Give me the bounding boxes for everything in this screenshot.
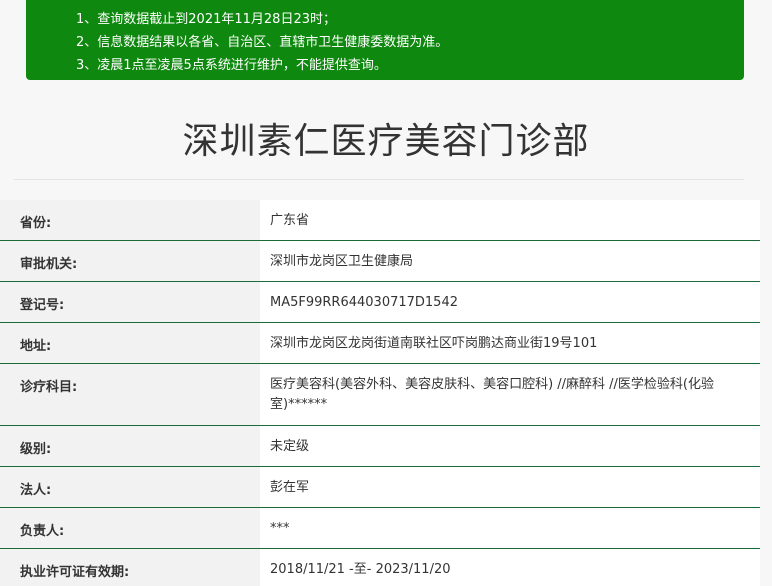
table-row-departments: 诊疗科目: 医疗美容科(美容外科、美容皮肤科、美容口腔科) //麻醉科 //医学…	[0, 364, 760, 426]
row-value: MA5F99RR644030717D1542	[260, 282, 760, 322]
row-label: 省份:	[0, 200, 260, 240]
notice-line-3: 3、凌晨1点至凌晨5点系统进行维护，不能提供查询。	[76, 58, 387, 73]
row-value: 深圳市龙岗区卫生健康局	[260, 241, 760, 281]
row-value: 广东省	[260, 200, 760, 240]
row-value: 2018/11/21 -至- 2023/11/20	[260, 549, 760, 586]
row-label: 法人:	[0, 467, 260, 507]
table-row-person-in-charge: 负责人: ***	[0, 508, 760, 549]
page-title: 深圳素仁医疗美容门诊部	[182, 121, 590, 162]
row-value: 深圳市龙岗区龙岗街道南联社区吓岗鹏达商业街19号101	[260, 323, 760, 363]
row-value: 彭在军	[260, 467, 760, 507]
notice-line-1: 1、查询数据截止到2021年11月28日23时；	[76, 12, 336, 27]
table-row-registration-number: 登记号: MA5F99RR644030717D1542	[0, 282, 760, 323]
page: 1、查询数据截止到2021年11月28日23时； 2、信息数据结果以各省、自治区…	[0, 0, 772, 586]
row-value: ***	[260, 508, 760, 548]
row-value: 未定级	[260, 426, 760, 466]
table-row-level: 级别: 未定级	[0, 426, 760, 467]
row-label: 登记号:	[0, 282, 260, 322]
row-label: 诊疗科目:	[0, 364, 260, 425]
row-label: 执业许可证有效期:	[0, 549, 260, 586]
table-row-approval-authority: 审批机关: 深圳市龙岗区卫生健康局	[0, 241, 760, 282]
table-row-license-validity: 执业许可证有效期: 2018/11/21 -至- 2023/11/20	[0, 549, 760, 586]
title-divider	[14, 179, 744, 180]
title-area: 深圳素仁医疗美容门诊部	[0, 105, 772, 179]
row-label: 地址:	[0, 323, 260, 363]
row-label: 级别:	[0, 426, 260, 466]
info-table: 省份: 广东省 审批机关: 深圳市龙岗区卫生健康局 登记号: MA5F99RR6…	[0, 200, 760, 586]
table-row-address: 地址: 深圳市龙岗区龙岗街道南联社区吓岗鹏达商业街19号101	[0, 323, 760, 364]
row-label: 负责人:	[0, 508, 260, 548]
notice-banner: 1、查询数据截止到2021年11月28日23时； 2、信息数据结果以各省、自治区…	[26, 0, 744, 80]
row-value: 医疗美容科(美容外科、美容皮肤科、美容口腔科) //麻醉科 //医学检验科(化验…	[260, 364, 760, 425]
table-row-legal-person: 法人: 彭在军	[0, 467, 760, 508]
row-label: 审批机关:	[0, 241, 260, 281]
table-row-province: 省份: 广东省	[0, 200, 760, 241]
notice-line-2: 2、信息数据结果以各省、自治区、直辖市卫生健康委数据为准。	[76, 35, 449, 50]
